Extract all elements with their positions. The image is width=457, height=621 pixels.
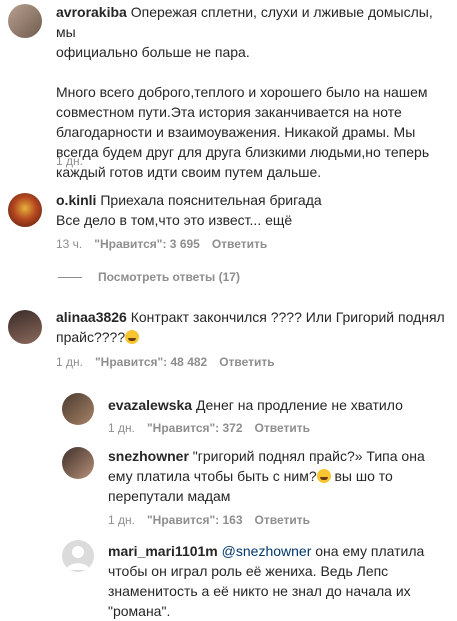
laughing-emoji-icon — [316, 469, 331, 483]
avatar[interactable] — [8, 4, 42, 38]
reply-button[interactable]: Ответить — [219, 355, 274, 369]
reply-username[interactable]: evazalewska — [108, 397, 192, 413]
mention-link[interactable]: @snezhowner — [222, 543, 312, 559]
reply-meta: 1 дн. "Нравится": 163 Ответить — [108, 513, 310, 527]
comment-text: avrorakiba Опережая сплетни, слухи и лжи… — [56, 4, 433, 180]
reply-button[interactable]: Ответить — [255, 513, 310, 527]
reply-time: 1 дн. — [108, 421, 135, 435]
comment-text: o.kinli Приехала пояснительная бригада В… — [56, 192, 322, 228]
reply-text: snezhowner "григорий поднял прайс?» Типа… — [108, 448, 425, 504]
reply-text: mari_mari1101m @snezhowner она ему плати… — [108, 543, 425, 619]
comment-time: 1 дн. — [56, 154, 83, 168]
avatar[interactable] — [62, 393, 94, 425]
view-replies-button[interactable]: Посмотреть ответы (17) — [58, 270, 240, 284]
avatar[interactable] — [62, 447, 94, 479]
avatar[interactable] — [8, 310, 42, 344]
divider — [58, 276, 82, 278]
reply-meta: 1 дн. "Нравится": 372 Ответить — [108, 421, 310, 435]
comment-time: 1 дн. — [56, 355, 83, 369]
comment-meta: 13 ч. "Нравится": 3 695 Ответить — [56, 237, 267, 251]
comment-username[interactable]: avrorakiba — [56, 4, 127, 20]
avatar[interactable] — [8, 193, 42, 227]
comment-meta: 1 дн. — [56, 154, 83, 168]
reply-button[interactable]: Ответить — [212, 237, 267, 251]
default-user-icon — [66, 546, 90, 570]
likes-count[interactable]: "Нравится": 48 482 — [95, 355, 207, 369]
reply-username[interactable]: snezhowner — [108, 448, 189, 464]
comment-username[interactable]: alinaa3826 — [56, 309, 127, 325]
comment-text: alinaa3826 Контракт закончился ???? Или … — [56, 309, 445, 345]
likes-count[interactable]: "Нравится": 3 695 — [94, 237, 200, 251]
reply-text: evazalewska Денег на продление не хватил… — [108, 397, 403, 413]
laughing-emoji-icon — [125, 330, 140, 344]
reply-button[interactable]: Ответить — [255, 421, 310, 435]
comment-time: 13 ч. — [56, 237, 83, 251]
reply-username[interactable]: mari_mari1101m — [108, 543, 218, 559]
likes-count[interactable]: "Нравится": 163 — [147, 513, 243, 527]
comment-meta: 1 дн. "Нравится": 48 482 Ответить — [56, 355, 275, 369]
likes-count[interactable]: "Нравится": 372 — [147, 421, 243, 435]
reply-time: 1 дн. — [108, 513, 135, 527]
comment-username[interactable]: o.kinli — [56, 192, 96, 208]
avatar[interactable] — [62, 540, 94, 572]
